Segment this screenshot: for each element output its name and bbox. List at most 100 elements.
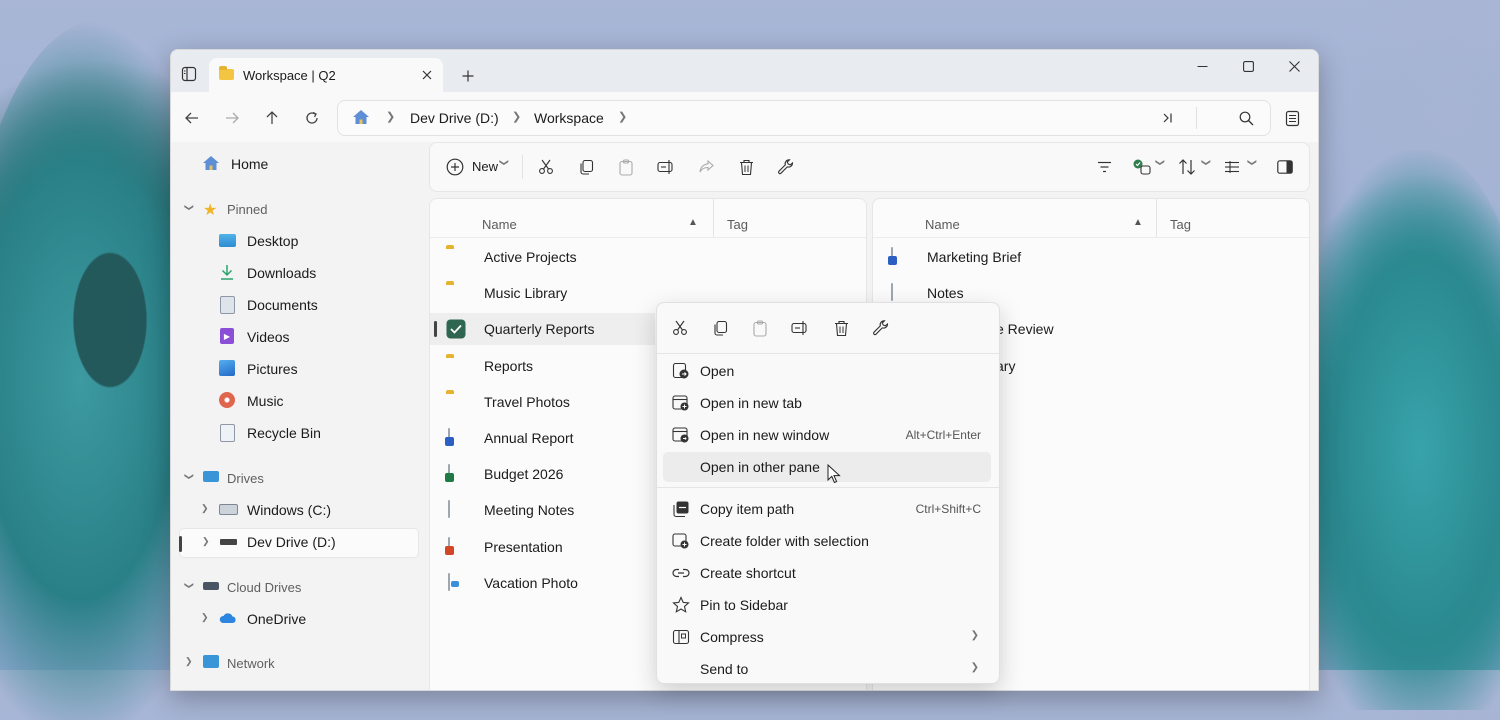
computer-icon xyxy=(203,471,219,482)
sidebar-item-pictures[interactable]: Pictures xyxy=(179,355,417,383)
checkbox-checked-icon[interactable] xyxy=(446,319,466,339)
menu-paste-button[interactable] xyxy=(747,315,773,341)
toggle-pane-button[interactable] xyxy=(1270,143,1300,191)
copy-button[interactable] xyxy=(570,143,602,191)
sidebar-section-drives[interactable]: ❯ Drives xyxy=(179,464,417,492)
new-button[interactable]: New ❯ xyxy=(438,143,514,191)
menu-item-label: Open in other pane xyxy=(700,459,820,475)
sidebar-item-music[interactable]: Music xyxy=(179,387,417,415)
forward-button[interactable] xyxy=(219,105,245,131)
sidebar-item-videos[interactable]: ▶ Videos xyxy=(179,323,417,351)
chevron-down-icon: ❯ xyxy=(184,581,195,590)
search-button[interactable] xyxy=(1234,106,1258,130)
sort-button[interactable]: ❯ xyxy=(1174,143,1214,191)
refresh-button[interactable] xyxy=(299,105,325,131)
menu-delete-button[interactable] xyxy=(828,315,854,341)
refresh-icon xyxy=(306,111,318,124)
menu-item-open[interactable]: Open xyxy=(663,356,991,386)
new-button-label: New xyxy=(472,159,499,174)
share-button[interactable] xyxy=(690,143,722,191)
rename-icon xyxy=(657,160,673,174)
sidebar: Home ❯ ★ Pinned Desktop Downloads Docume… xyxy=(171,144,427,690)
file-name: e Review xyxy=(996,321,1054,338)
menu-item-open-in-new-window[interactable]: Open in new window Alt+Ctrl+Enter xyxy=(663,420,991,450)
column-header-name[interactable]: Name xyxy=(482,217,517,232)
pictures-icon xyxy=(219,360,235,376)
maximize-button[interactable] xyxy=(1235,53,1261,79)
file-name: Travel Photos xyxy=(484,393,570,410)
tab-title: Workspace | Q2 xyxy=(243,68,336,83)
menu-item-label: Open in new window xyxy=(700,427,830,443)
column-header-tag[interactable]: Tag xyxy=(727,217,748,232)
sidebar-item-downloads[interactable]: Downloads xyxy=(179,259,417,287)
column-header-name[interactable]: Name xyxy=(925,217,960,232)
breadcrumb-dev-drive[interactable]: Dev Drive (D:) xyxy=(410,110,499,126)
copy-icon xyxy=(580,159,594,175)
tab-workspace-q2[interactable]: Workspace | Q2 xyxy=(209,58,443,92)
menu-item-copy-item-path[interactable]: Copy item path Ctrl+Shift+C xyxy=(663,494,991,524)
menu-separator xyxy=(657,353,999,354)
menu-item-send-to[interactable]: Send to ❯ xyxy=(663,654,991,684)
menu-item-label: Create folder with selection xyxy=(700,533,869,549)
chevron-right-icon[interactable]: ❯ xyxy=(201,503,209,514)
documents-icon xyxy=(220,296,235,314)
paste-button[interactable] xyxy=(610,143,642,191)
chevron-right-icon[interactable]: ❯ xyxy=(201,612,209,623)
sidebar-item-desktop[interactable]: Desktop xyxy=(179,227,417,255)
menu-copy-button[interactable] xyxy=(707,315,733,341)
details-view-icon xyxy=(1225,161,1239,173)
sidebar-item-onedrive[interactable]: ❯ OneDrive xyxy=(179,605,417,633)
file-row[interactable]: Active Projects xyxy=(430,241,866,273)
layout-button[interactable]: ❯ xyxy=(1220,143,1260,191)
menu-rename-button[interactable] xyxy=(787,315,813,341)
delete-button[interactable] xyxy=(730,143,762,191)
file-row[interactable]: Marketing Brief xyxy=(873,241,1309,273)
menu-separator xyxy=(657,487,999,488)
menu-item-label: Open xyxy=(700,363,735,379)
menu-properties-button[interactable] xyxy=(868,315,894,341)
selection-indicator xyxy=(179,536,182,552)
drive-icon xyxy=(219,504,238,515)
menu-item-pin-to-sidebar[interactable]: Pin to Sidebar xyxy=(663,590,991,620)
scissors-icon xyxy=(539,159,553,174)
properties-button[interactable] xyxy=(770,143,802,191)
sidebar-item-documents[interactable]: Documents xyxy=(179,291,417,319)
sidebar-item-home[interactable]: Home xyxy=(179,150,417,178)
new-tab-button[interactable] xyxy=(457,65,479,87)
up-button[interactable] xyxy=(259,105,285,131)
menu-item-create-folder-with-selection[interactable]: Create folder with selection xyxy=(663,526,991,556)
sidebar-item-windows-c[interactable]: ❯ Windows (C:) xyxy=(179,496,417,524)
arrow-right-icon xyxy=(226,112,239,124)
menu-item-compress[interactable]: Compress ❯ xyxy=(663,622,991,652)
rename-button[interactable] xyxy=(650,143,682,191)
breadcrumb-chevron-icon[interactable]: ❯ xyxy=(618,110,627,123)
filter-button[interactable] xyxy=(1090,143,1118,191)
close-window-button[interactable] xyxy=(1281,53,1307,79)
back-button[interactable] xyxy=(179,105,205,131)
breadcrumb-workspace[interactable]: Workspace xyxy=(534,110,604,126)
link-icon xyxy=(672,568,690,578)
address-bar[interactable]: ❯ Dev Drive (D:) ❯ Workspace ❯ xyxy=(337,100,1271,136)
sidebar-section-network[interactable]: ❯ Network xyxy=(179,649,417,677)
minimize-button[interactable] xyxy=(1189,53,1215,79)
notes-button[interactable] xyxy=(1279,105,1305,131)
menu-item-open-in-new-tab[interactable]: Open in new tab xyxy=(663,388,991,418)
group-button[interactable]: ❯ xyxy=(1128,143,1168,191)
column-header-tag[interactable]: Tag xyxy=(1170,217,1191,232)
sidebar-item-recycle-bin[interactable]: Recycle Bin xyxy=(179,419,417,447)
sidebar-item-dev-drive[interactable]: ❯ Dev Drive (D:) xyxy=(179,528,419,558)
chevron-down-icon: ❯ xyxy=(499,158,510,167)
expand-path-button[interactable] xyxy=(1156,106,1180,130)
menu-item-create-shortcut[interactable]: Create shortcut xyxy=(663,558,991,588)
menu-cut-button[interactable] xyxy=(667,315,693,341)
rename-icon xyxy=(791,321,807,335)
sidebar-toggle-button[interactable] xyxy=(177,62,201,86)
share-icon xyxy=(698,159,714,173)
sidebar-section-pinned[interactable]: ❯ ★ Pinned xyxy=(179,195,417,223)
sidebar-section-cloud-drives[interactable]: ❯ Cloud Drives xyxy=(179,573,417,601)
close-tab-button[interactable] xyxy=(417,65,437,85)
chevron-right-icon: ❯ xyxy=(185,656,193,666)
trash-icon xyxy=(834,320,848,336)
cut-button[interactable] xyxy=(530,143,562,191)
chevron-right-icon[interactable]: ❯ xyxy=(202,536,210,547)
